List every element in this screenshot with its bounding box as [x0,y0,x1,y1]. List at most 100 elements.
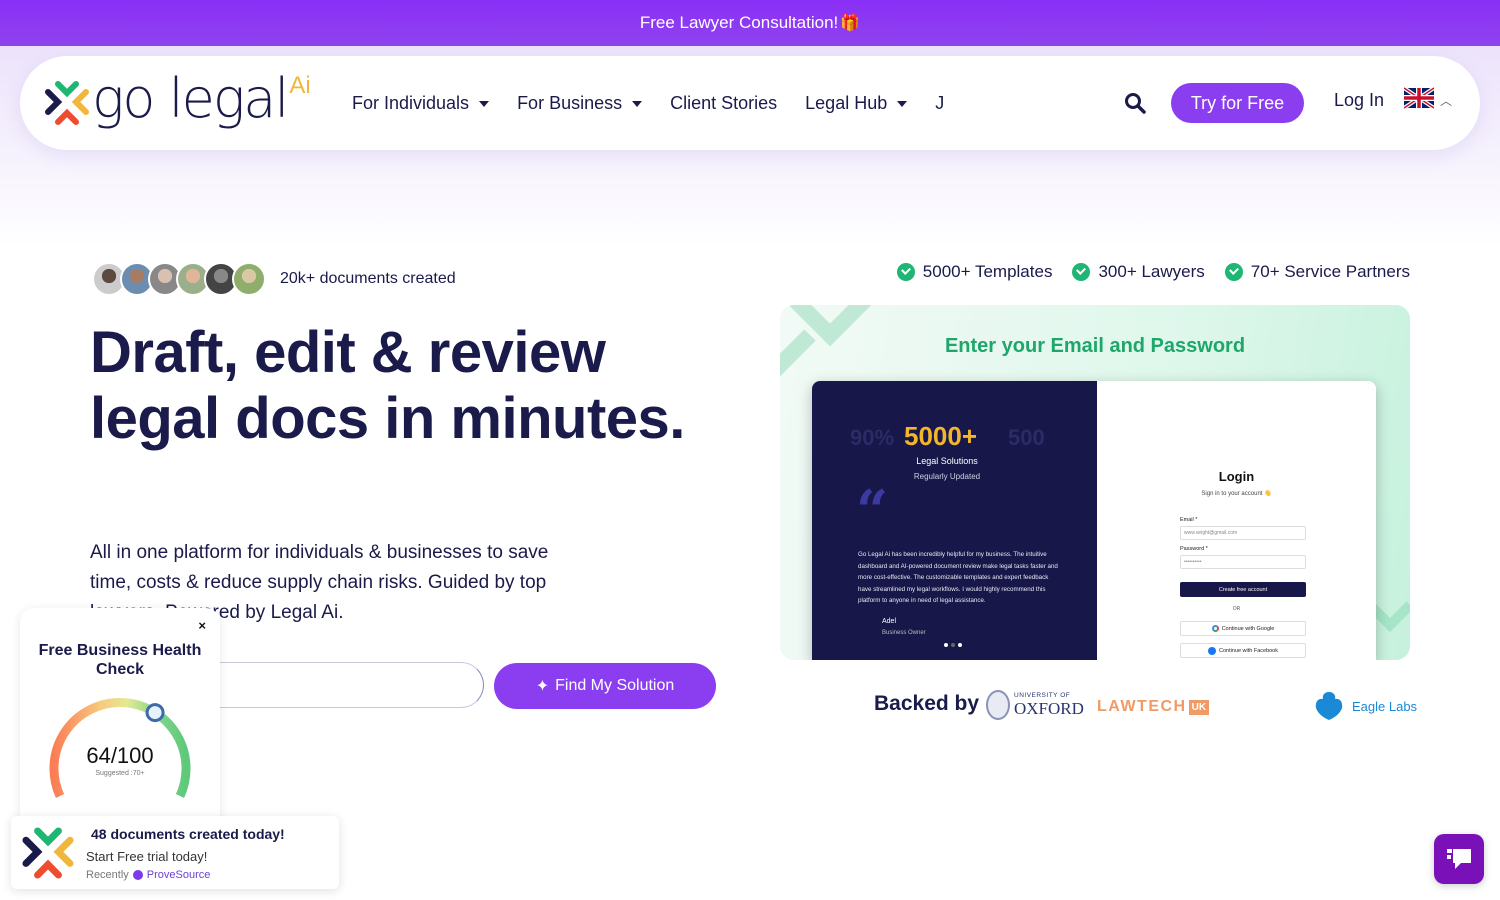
oxford-logo: UNIVERSITY OF OXFORD [986,690,1084,720]
caret-down-icon [632,101,643,107]
uk-flag-icon[interactable] [1404,86,1434,110]
health-check-title: Free Business Health Check [38,642,202,678]
facebook-icon [1207,646,1216,655]
lawtech-text: LAWTECH [1097,698,1187,715]
testimonial-role: Business Owner [882,630,926,636]
stat-ghost-right: 500 [1008,425,1045,450]
demo-login-panel: Login Sign in to your account 👋 Email * … [1097,381,1376,660]
social-proof-toast[interactable]: 48 documents created today! Start Free t… [11,816,339,889]
stat-main: 5000+ [904,421,978,451]
chat-widget-button[interactable] [1434,834,1484,884]
nav-links: For Individuals For Business Client Stor… [352,56,972,150]
carousel-dot [958,643,962,647]
promo-text[interactable]: Free Lawyer Consultation! [640,13,838,33]
toast-title: 48 documents created today! [91,826,285,842]
chevron-up-icon[interactable]: ︿ [1440,92,1452,109]
sparkle-icon: ✦ [535,678,550,695]
stat-ghost-left: 90% [850,425,895,450]
carousel-dots [944,643,962,647]
find-my-solution-label: Find My Solution [555,677,675,694]
feature-label: 70+ Service Partners [1250,262,1410,281]
feature-label: 300+ Lawyers [1098,262,1205,281]
background-chevron-icon [1370,601,1410,633]
quote-icon: “ [856,478,889,544]
demo-card: Enter your Email and Password 90% 5000+ … [780,305,1410,660]
eagle-labs-logo: Eagle Labs [1314,690,1417,722]
health-score: 64/100 [86,743,154,768]
nav-for-business[interactable]: For Business [517,92,643,114]
nav-label: For Business [517,92,623,113]
feature-item: 300+ Lawyers [1072,262,1205,282]
lawtech-logo: LAWTECH UK [1097,698,1210,716]
toast-subtitle: Start Free trial today! [86,849,208,864]
nav-label: Legal Hub [805,92,888,113]
check-circle-icon [896,263,915,281]
nav-label: Client Stories [670,92,778,113]
google-icon [1211,625,1219,632]
close-icon[interactable]: × [198,618,206,633]
login-subtitle: Sign in to your account 👋 [1201,491,1272,497]
testimonial-text: Go Legal Ai has been incredibly helpful … [858,551,1058,604]
logo-text: go legal [92,67,289,130]
nav-for-individuals[interactable]: For Individuals [352,92,490,114]
google-button: Continue with Google [1180,621,1306,636]
caret-down-icon [479,101,490,107]
logo[interactable]: go legal Ai [44,67,311,130]
logo-mark-icon [22,827,74,879]
google-label: Continue with Google [1221,625,1275,632]
email-field: www.wright@gmail.com [1180,526,1306,540]
email-label: Email * [1180,517,1198,523]
login-title: Login [1218,469,1255,484]
feature-item: 70+ Service Partners [1224,262,1410,282]
user-avatars [92,262,266,296]
demo-title: Enter your Email and Password [944,335,1246,357]
toast-meta: Recently ProveSource [86,869,210,881]
navbar: go legal Ai For Individuals For Business… [20,56,1480,150]
chat-icon [1447,849,1471,869]
try-for-free-button[interactable]: Try for Free [1171,83,1304,123]
feature-list: 5000+ Templates 300+ Lawyers 70+ Service… [896,262,1410,282]
provesource-link[interactable]: ProveSource [147,869,211,881]
oxford-big-text: OXFORD [1014,698,1084,718]
nav-legal-hub[interactable]: Legal Hub [805,92,908,114]
eagle-icon [1315,692,1343,720]
avatar [232,262,266,296]
nav-label: For Individuals [352,92,470,113]
eagle-labs-text: Eagle Labs [1352,698,1418,714]
password-field: •••••••••• [1180,555,1306,569]
feature-label: 5000+ Templates [922,262,1053,281]
demo-testimonial-panel: 90% 5000+ 500 Legal Solutions Regularly … [812,381,1097,660]
docs-created-count: 20k+ documents created [280,270,456,287]
facebook-label: Continue with Facebook [1218,647,1278,654]
gift-icon: 🎁 [840,15,861,32]
check-circle-icon [1072,263,1091,281]
stat-label: Legal Solutions [916,456,978,466]
demo-screenshot: 90% 5000+ 500 Legal Solutions Regularly … [812,381,1376,660]
or-divider: OR [1232,606,1241,612]
gauge-knob [145,703,165,723]
feature-item: 5000+ Templates [896,262,1053,282]
health-check-widget[interactable]: × Free Business Health Check 64/100 Sugg… [20,608,220,818]
toast-recency: Recently [86,869,129,881]
lawtech-uk-badge: UK [1188,699,1210,715]
carousel-dot [944,643,948,647]
nav-label: J [935,92,945,113]
nav-client-stories[interactable]: Client Stories [670,93,777,114]
search-icon[interactable] [1123,91,1147,115]
verified-badge-icon [132,870,143,880]
find-my-solution-button[interactable]: ✦ Find My Solution [494,663,716,709]
create-account-button: Create free account [1180,582,1306,597]
password-label: Password * [1180,546,1208,552]
facebook-button: Continue with Facebook [1180,643,1306,658]
stat-sub: Regularly Updated [913,472,981,481]
check-circle-icon [1224,263,1243,281]
nav-truncated-item[interactable]: J [935,93,944,114]
logo-ai-suffix: Ai [289,72,311,99]
health-suggested: Suggested :70+ [95,770,145,777]
promo-banner[interactable]: Free Lawyer Consultation! 🎁 [0,0,1500,46]
login-link[interactable]: Log In [1334,90,1384,111]
oxford-seal-icon [986,690,1010,720]
caret-down-icon [897,101,908,107]
logo-mark-icon [45,81,89,125]
backed-by-label: Backed by [874,692,980,715]
